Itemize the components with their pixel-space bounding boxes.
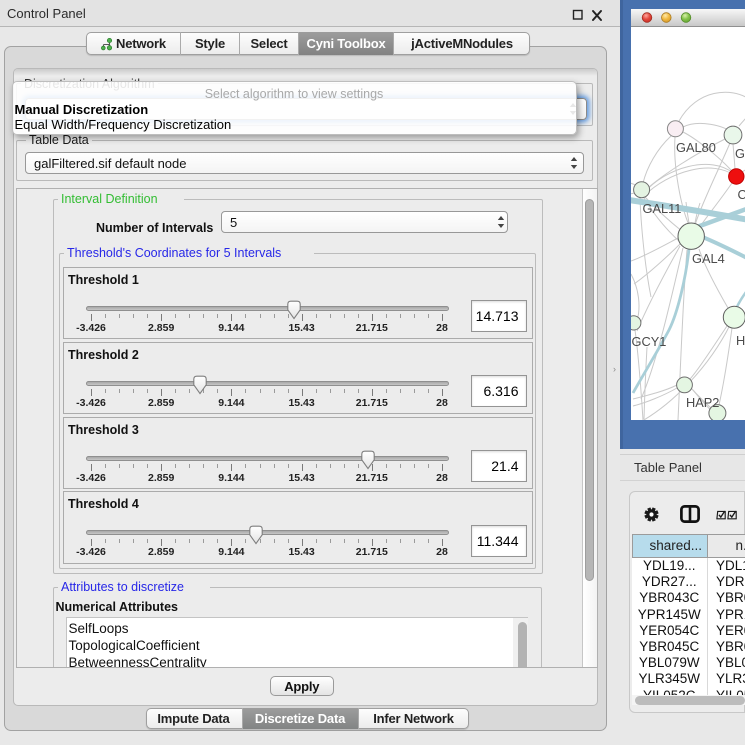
svg-text:GAL4: GAL4 (692, 251, 725, 266)
svg-text:GCY1: GCY1 (632, 334, 667, 349)
svg-text:GAL80: GAL80 (676, 140, 716, 155)
svg-text:H: H (736, 333, 745, 348)
svg-text:HAP2: HAP2 (686, 395, 719, 410)
svg-text:GA: GA (735, 146, 745, 161)
svg-text:C: C (738, 187, 745, 202)
svg-text:GAL11: GAL11 (643, 201, 682, 216)
